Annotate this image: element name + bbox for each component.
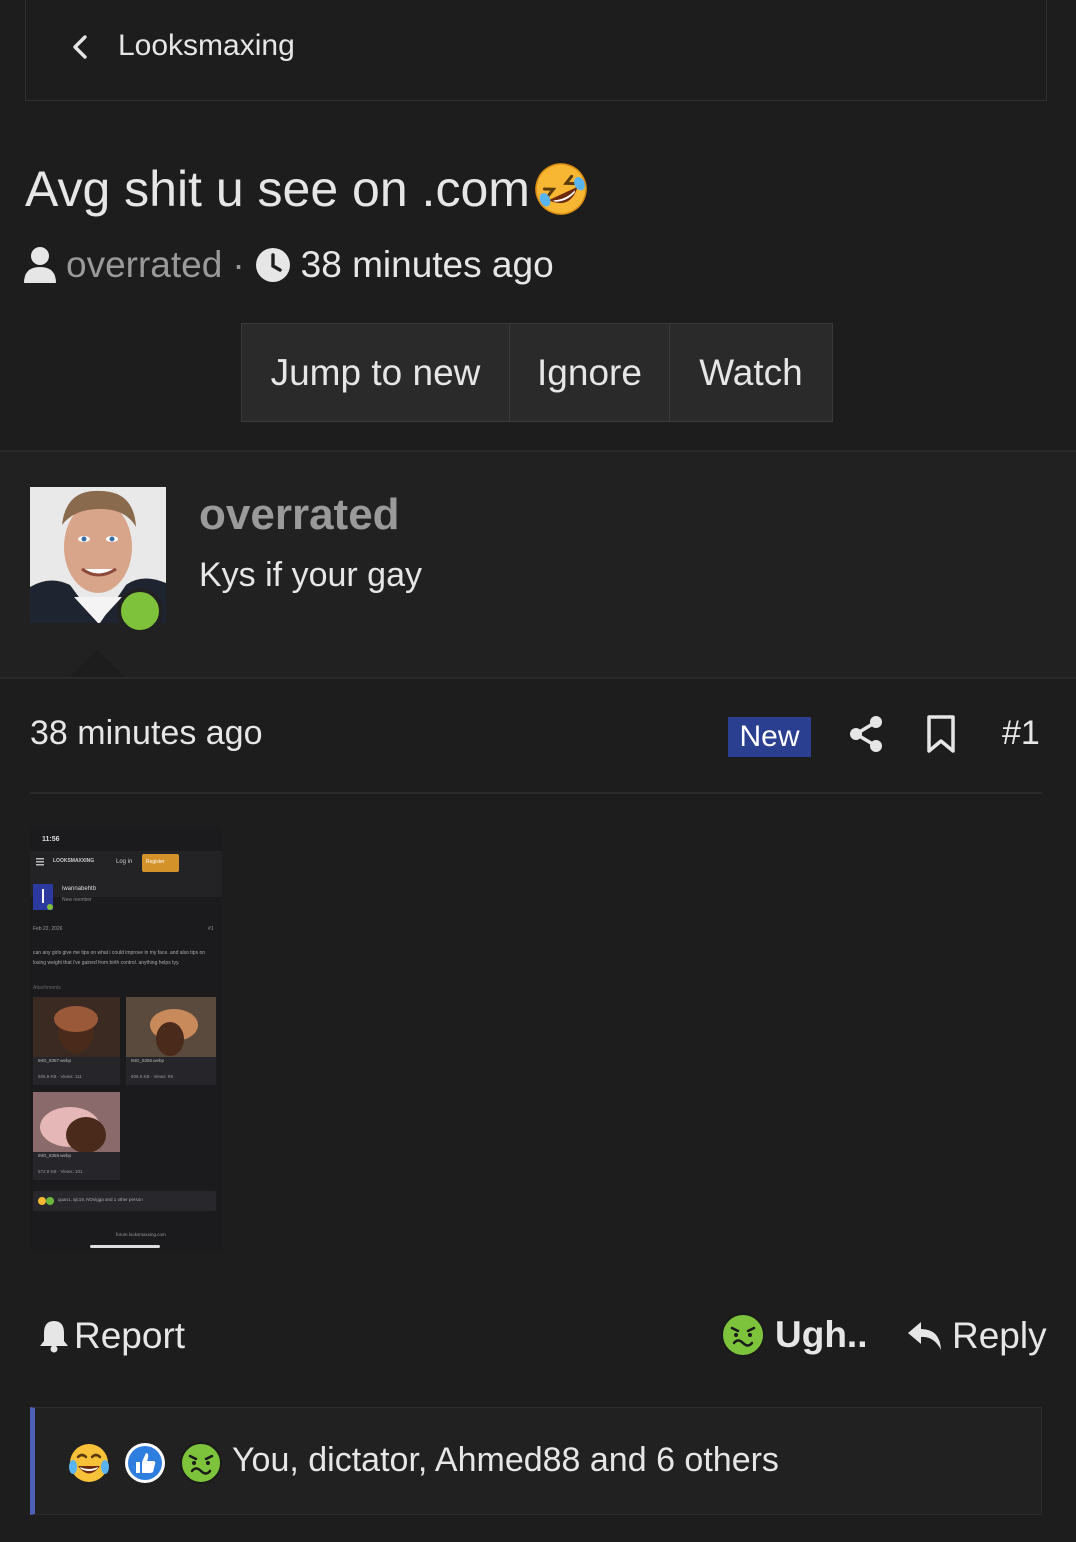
thread-time[interactable]: 38 minutes ago: [301, 244, 554, 286]
reply-icon: [908, 1322, 941, 1350]
attachment-footer-url: forum.looksmaxxing.com: [116, 1232, 166, 1237]
attachment-op-title: New member: [62, 897, 92, 903]
report-label: Report: [74, 1315, 186, 1356]
attachment-status-time: 11:56: [42, 836, 60, 843]
online-status-indicator: [117, 588, 163, 634]
attachment-site-brand: LOOKSMAXXING: [53, 858, 95, 864]
reactions-bar[interactable]: You, dictator, Ahmed88 and 6 others: [30, 1407, 1042, 1515]
attachment-op-name: iwannabehtb: [62, 886, 97, 892]
thumbs-up-icon: [125, 1443, 165, 1483]
attachment-op-body: can any girls give me tips on what i cou…: [33, 950, 206, 966]
reactions-summary[interactable]: You, dictator, Ahmed88 and 6 others: [232, 1441, 779, 1480]
attachment-op-number: #1: [208, 926, 214, 932]
divider: [0, 677, 1076, 679]
attachment-image[interactable]: 11:56 LOOKSMAXXING Log in Register iwann…: [30, 827, 222, 1251]
attachment-file-meta: 505.9 KB · Views: 111: [38, 1074, 82, 1079]
report-button[interactable]: Report: [38, 1315, 185, 1357]
thread-actions: Jump to new Ignore Watch: [241, 323, 833, 422]
thread-title: Avg shit u see on .com: [25, 160, 590, 218]
post-user-header: overrated Kys if your gay: [0, 452, 1076, 680]
chevron-left-icon[interactable]: [68, 34, 94, 60]
jump-to-new-button[interactable]: Jump to new: [242, 324, 510, 421]
attachment-register: Register: [146, 859, 165, 865]
attachment-reactions: quan1, ajc19, NOvigga and 1 other person: [58, 1197, 143, 1202]
user-icon: [24, 247, 56, 283]
post-time[interactable]: 38 minutes ago: [30, 714, 263, 753]
top-nav: Looksmaxing: [25, 0, 1047, 101]
attachment-attachments-label: Attachments: [33, 985, 61, 991]
bell-icon: [40, 1321, 68, 1353]
ignore-button[interactable]: Ignore: [510, 324, 670, 421]
attachment-login: Log in: [116, 859, 133, 865]
thread-title-text: Avg shit u see on .com: [25, 161, 530, 217]
reaction-label: Ugh..: [775, 1314, 868, 1355]
attachment-file-meta: 606.5 KB · Views: 99: [131, 1074, 173, 1079]
attachment-file-meta: 572.8 KB · Views: 101: [38, 1169, 83, 1174]
attachment-op-date: Feb 22, 2026: [33, 926, 63, 932]
attachment-file-name: IMG_8359.webp: [38, 1153, 72, 1158]
user-title: Kys if your gay: [199, 556, 422, 594]
thread-author-link[interactable]: overrated: [66, 244, 222, 286]
bookmark-icon[interactable]: [926, 715, 956, 753]
meta-separator: ·: [232, 244, 245, 285]
new-badge: New: [728, 717, 811, 757]
rolling-on-floor-laughing-icon: [535, 163, 587, 215]
reply-label: Reply: [952, 1315, 1047, 1356]
divider: [30, 792, 1042, 794]
attachment-screenshot-graphics: [30, 827, 222, 1251]
header-pointer: [67, 650, 127, 680]
attachment-file-name: IMG_8357.webp: [38, 1058, 72, 1063]
share-icon[interactable]: [848, 715, 884, 753]
post-author-link[interactable]: overrated: [199, 490, 400, 540]
thread-meta: overrated · 38 minutes ago: [23, 244, 554, 286]
forum-breadcrumb-link[interactable]: Looksmaxing: [118, 29, 295, 63]
attachment-file-name: IMG_8356.webp: [131, 1058, 165, 1063]
sick-face-icon: [721, 1313, 765, 1357]
sick-face-icon: [180, 1442, 222, 1484]
post-number-link[interactable]: #1: [1002, 714, 1040, 753]
watch-button[interactable]: Watch: [670, 324, 832, 421]
reaction-button[interactable]: Ugh..: [720, 1312, 867, 1358]
clock-icon: [255, 248, 290, 282]
crying-laughing-icon: [69, 1444, 109, 1482]
reply-button[interactable]: Reply: [906, 1315, 1047, 1357]
